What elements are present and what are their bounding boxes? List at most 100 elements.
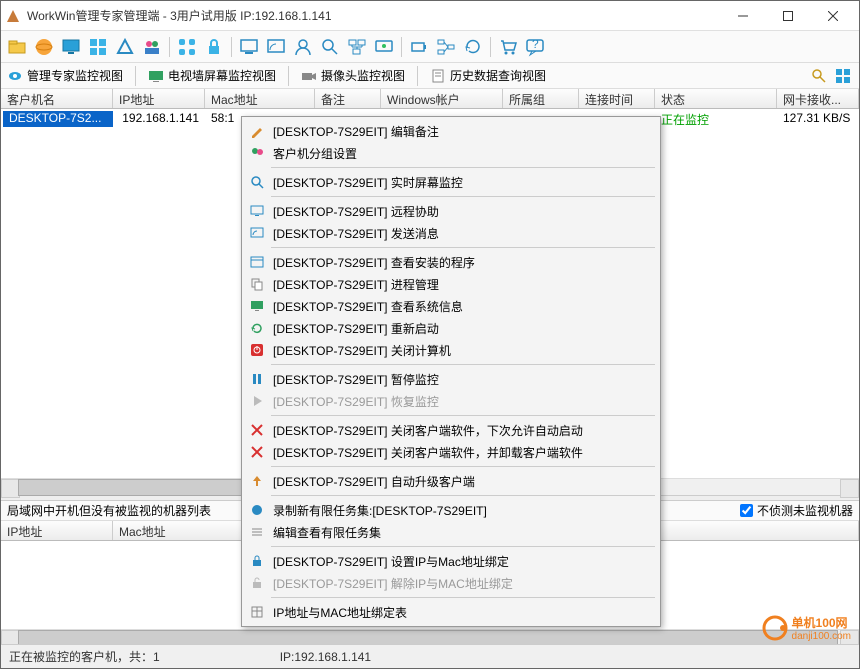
mi-bind-mac[interactable]: [DESKTOP-7S29EIT] 设置IP与Mac地址绑定: [245, 550, 657, 572]
mi-restart[interactable]: [DESKTOP-7S29EIT] 重新启动: [245, 317, 657, 339]
mi-process[interactable]: [DESKTOP-7S29EIT] 进程管理: [245, 273, 657, 295]
view-monitor[interactable]: 管理专家监控视图: [7, 67, 123, 84]
view-bar: 管理专家监控视图 电视墙屏幕监控视图 摄像头监控视图 历史数据查询视图: [1, 63, 859, 89]
tb-folder-icon[interactable]: [5, 35, 29, 59]
tb-chat-icon[interactable]: ?: [523, 35, 547, 59]
tb-globe-icon[interactable]: [32, 35, 56, 59]
col-ip[interactable]: IP地址: [113, 89, 205, 108]
col-netcard[interactable]: 网卡接收...: [777, 89, 859, 108]
eye-icon: [7, 68, 23, 84]
tb-triangle-icon[interactable]: [113, 35, 137, 59]
tb-monitor-icon[interactable]: [59, 35, 83, 59]
bottom-title: 局域网中开机但没有被监视的机器列表: [7, 502, 211, 519]
mi-close-auto[interactable]: [DESKTOP-7S29EIT] 关闭客户端软件，下次允许自动启动: [245, 419, 657, 441]
col-remark[interactable]: 备注: [315, 89, 381, 108]
table-header: 客户机名 IP地址 Mac地址 备注 Windows帐户 所属组 连接时间 状态…: [1, 89, 859, 109]
rec-icon: [249, 502, 265, 518]
cell-netcard: 127.31 KB/S: [777, 111, 857, 127]
view-tvwall[interactable]: 电视墙屏幕监控视图: [148, 67, 276, 84]
svg-text:?: ?: [532, 37, 539, 51]
users-icon: [249, 145, 265, 161]
up-arrow-icon: [249, 473, 265, 489]
window-icon: [249, 254, 265, 270]
mi-upgrade[interactable]: [DESKTOP-7S29EIT] 自动升级客户端: [245, 470, 657, 492]
col-status[interactable]: 状态: [655, 89, 777, 108]
minimize-button[interactable]: [720, 2, 765, 30]
tb-users-icon[interactable]: [140, 35, 164, 59]
mi-realtime[interactable]: [DESKTOP-7S29EIT] 实时屏幕监控: [245, 171, 657, 193]
cast-icon: [249, 225, 265, 241]
view-camera[interactable]: 摄像头监控视图: [301, 67, 405, 84]
bcol-ip[interactable]: IP地址: [1, 521, 113, 540]
no-detect-input[interactable]: [740, 504, 753, 517]
col-client[interactable]: 客户机名: [1, 89, 113, 108]
mi-group-settings[interactable]: 客户机分组设置: [245, 142, 657, 164]
unlock-icon: [249, 575, 265, 591]
col-conntime[interactable]: 连接时间: [579, 89, 655, 108]
mi-send-msg[interactable]: [DESKTOP-7S29EIT] 发送消息: [245, 222, 657, 244]
play-icon: [249, 393, 265, 409]
view-camera-label: 摄像头监控视图: [321, 67, 405, 84]
mi-pause[interactable]: [DESKTOP-7S29EIT] 暂停监控: [245, 368, 657, 390]
cell-ip: 192.168.1.141: [113, 111, 205, 127]
search-tool-icon[interactable]: [809, 66, 829, 86]
watermark: 单机100网 danji100.com: [762, 614, 851, 642]
col-group[interactable]: 所属组: [503, 89, 579, 108]
no-detect-checkbox[interactable]: 不侦测未监视机器: [740, 502, 853, 519]
watermark-icon: [762, 615, 788, 641]
magnifier-icon: [249, 174, 265, 190]
pause-icon: [249, 371, 265, 387]
tb-grid-icon[interactable]: [175, 35, 199, 59]
lock-blue-icon: [249, 553, 265, 569]
titlebar: WorkWin管理专家管理端 - 3用户试用版 IP:192.168.1.141: [1, 1, 859, 31]
tb-lock-icon[interactable]: [202, 35, 226, 59]
tb-cart-icon[interactable]: [496, 35, 520, 59]
doc-icon: [430, 68, 446, 84]
close-button[interactable]: [810, 2, 855, 30]
tb-layout-icon[interactable]: [86, 35, 110, 59]
grid-tool-icon[interactable]: [833, 66, 853, 86]
tb-display-icon[interactable]: [372, 35, 396, 59]
watermark-url: danji100.com: [792, 631, 851, 642]
cell-status: 正在监控: [655, 111, 777, 127]
restart-icon: [249, 320, 265, 336]
close-red-icon: [249, 422, 265, 438]
power-icon: [249, 342, 265, 358]
tb-refresh-icon[interactable]: [461, 35, 485, 59]
mi-unbind-mac: [DESKTOP-7S29EIT] 解除IP与MAC地址绑定: [245, 572, 657, 594]
maximize-button[interactable]: [765, 2, 810, 30]
tb-net-icon[interactable]: [345, 35, 369, 59]
status-left: 正在被监控的客户机，共：1: [9, 648, 160, 665]
watermark-brand: 单机100网: [792, 614, 851, 631]
table-icon: [249, 604, 265, 620]
camera-icon: [301, 68, 317, 84]
mi-remote-assist[interactable]: [DESKTOP-7S29EIT] 远程协助: [245, 200, 657, 222]
tb-monitor2-icon[interactable]: [237, 35, 261, 59]
mi-resume: [DESKTOP-7S29EIT] 恢复监控: [245, 390, 657, 412]
col-mac[interactable]: Mac地址: [205, 89, 315, 108]
context-menu: [DESKTOP-7S29EIT] 编辑备注 客户机分组设置 [DESKTOP-…: [241, 116, 661, 627]
window-title: WorkWin管理专家管理端 - 3用户试用版 IP:192.168.1.141: [27, 7, 720, 24]
tb-user-icon[interactable]: [291, 35, 315, 59]
mi-installed[interactable]: [DESKTOP-7S29EIT] 查看安装的程序: [245, 251, 657, 273]
tb-batt-icon[interactable]: [407, 35, 431, 59]
mi-close-uninstall[interactable]: [DESKTOP-7S29EIT] 关闭客户端软件，并卸载客户端软件: [245, 441, 657, 463]
tb-tree-icon[interactable]: [434, 35, 458, 59]
mi-edit-remark[interactable]: [DESKTOP-7S29EIT] 编辑备注: [245, 120, 657, 142]
tv-icon: [148, 68, 164, 84]
mi-record-new[interactable]: 录制新有限任务集:[DESKTOP-7S29EIT]: [245, 499, 657, 521]
view-history[interactable]: 历史数据查询视图: [430, 67, 546, 84]
col-winaccount[interactable]: Windows帐户: [381, 89, 503, 108]
monitor-green-icon: [249, 298, 265, 314]
status-ip: IP:192.168.1.141: [280, 650, 371, 664]
mi-shutdown[interactable]: [DESKTOP-7S29EIT] 关闭计算机: [245, 339, 657, 361]
tb-cast-icon[interactable]: [264, 35, 288, 59]
list-icon: [249, 524, 265, 540]
screen-icon: [249, 203, 265, 219]
copy-icon: [249, 276, 265, 292]
mi-edit-view[interactable]: 编辑查看有限任务集: [245, 521, 657, 543]
mi-sysinfo[interactable]: [DESKTOP-7S29EIT] 查看系统信息: [245, 295, 657, 317]
tb-search-icon[interactable]: [318, 35, 342, 59]
mi-bind-table[interactable]: IP地址与MAC地址绑定表: [245, 601, 657, 623]
close-red-icon: [249, 444, 265, 460]
